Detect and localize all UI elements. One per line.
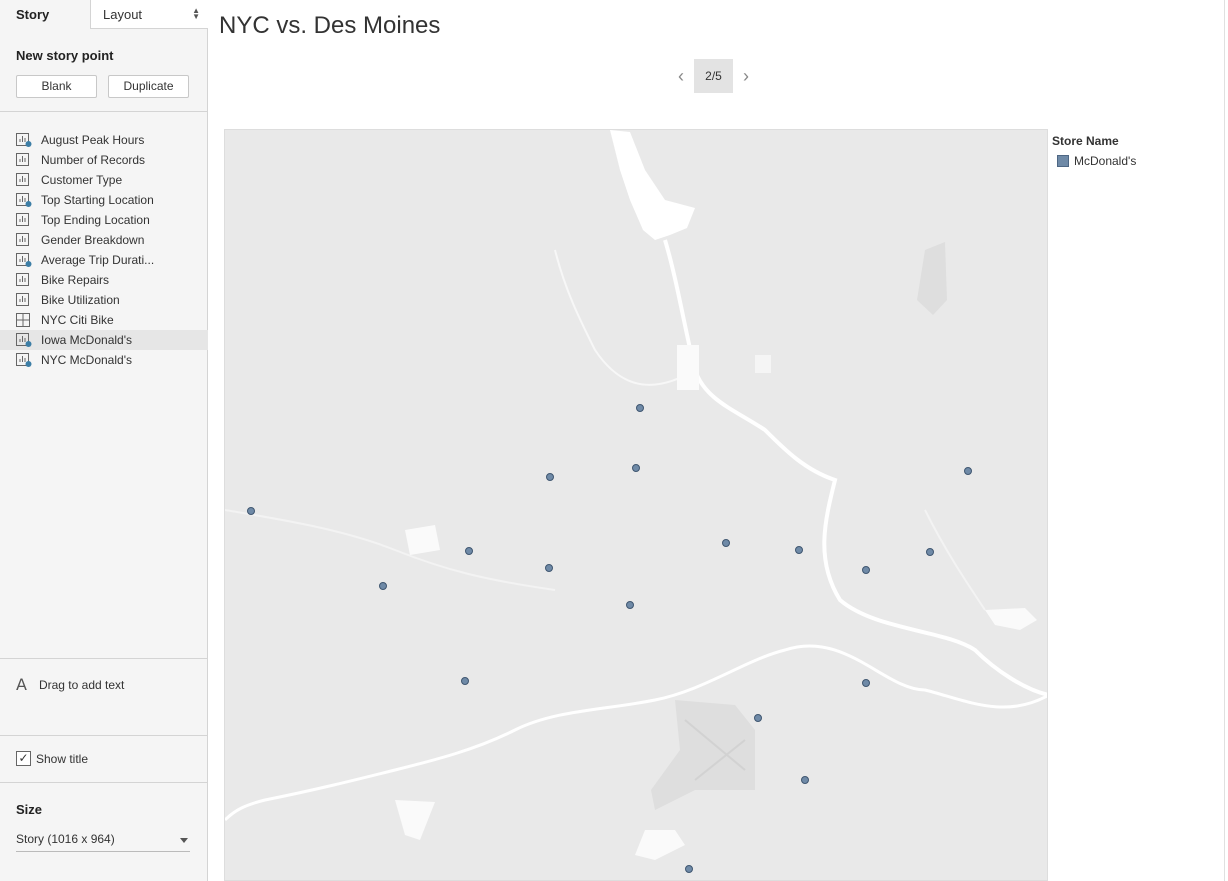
story-canvas: NYC vs. Des Moines ‹ 2/5 › Store Name Mc… [208,0,1228,881]
divider [0,658,208,659]
right-border [1224,0,1225,881]
show-title-label: Show title [36,751,89,766]
bar-chart-icon [16,153,32,167]
sheet-item-label: Bike Repairs [41,273,110,287]
store-marker[interactable] [465,547,473,555]
store-marker[interactable] [545,564,553,572]
next-point-icon[interactable]: › [733,59,759,93]
store-marker[interactable] [685,865,693,873]
sheet-item[interactable]: Top Starting Location [0,190,208,210]
bar-chart-check-icon [16,193,32,207]
sheet-item[interactable]: Number of Records [0,150,208,170]
sheet-item-label: NYC McDonald's [41,353,132,367]
duplicate-button[interactable]: Duplicate [108,75,189,98]
sheet-item[interactable]: Customer Type [0,170,208,190]
size-title: Size [16,802,43,817]
store-marker[interactable] [636,404,644,412]
sheet-list: August Peak Hours Number of Records Custom… [0,130,208,370]
store-marker[interactable] [862,566,870,574]
bar-chart-icon [16,293,32,307]
map-view[interactable] [224,129,1048,881]
new-story-point-title: New story point [16,48,114,63]
tab-layout-label: Layout [103,7,143,22]
prev-point-icon[interactable]: ‹ [668,59,694,93]
sheet-item-label: Top Ending Location [41,213,150,227]
bar-chart-check-icon [16,253,32,267]
store-marker[interactable] [926,548,934,556]
drag-text-item[interactable]: A Drag to add text [16,675,124,694]
sheet-item[interactable]: Average Trip Durati... [0,250,208,270]
legend-item-label: McDonald's [1074,154,1137,168]
sheet-item-label: Top Starting Location [41,193,154,207]
bar-chart-check-icon [16,133,32,147]
legend-item[interactable]: McDonald's [1057,154,1136,168]
bar-chart-icon [16,173,32,187]
sheet-item[interactable]: Top Ending Location [0,210,208,230]
size-dropdown[interactable]: Story (1016 x 964) [16,830,190,852]
sidebar-tabs: Story Layout ▲ ▼ [0,0,208,29]
legend-swatch [1057,155,1069,167]
sheet-item-label: NYC Citi Bike [41,313,114,327]
blank-button[interactable]: Blank [16,75,97,98]
store-marker[interactable] [801,776,809,784]
sheet-item-label: August Peak Hours [41,133,145,147]
caret-down-icon [180,838,188,843]
store-marker[interactable] [461,677,469,685]
sheet-item-label: Average Trip Durati... [41,253,155,267]
bar-chart-icon [16,233,32,247]
sheet-item[interactable]: NYC Citi Bike [0,310,208,330]
dashboard-icon [16,313,32,327]
sheet-item-label: Bike Utilization [41,293,120,307]
sheet-item[interactable]: Gender Breakdown [0,230,208,250]
store-marker[interactable] [247,507,255,515]
story-sidebar: Story Layout ▲ ▼ New story point Blank Du… [0,0,208,881]
store-marker[interactable] [862,679,870,687]
bar-chart-icon [16,213,32,227]
store-marker[interactable] [379,582,387,590]
bar-chart-check-icon [16,333,32,347]
store-marker[interactable] [964,467,972,475]
store-markers [247,404,972,873]
show-title-toggle[interactable]: ✓ Show title [16,751,88,766]
sheet-item-label: Number of Records [41,153,146,167]
sheet-item-label: Gender Breakdown [41,233,145,247]
text-object-icon: A [16,675,27,694]
tab-layout[interactable]: Layout ▲ ▼ [91,0,208,29]
store-marker[interactable] [626,601,634,609]
updown-icon: ▲ ▼ [192,6,200,21]
sheet-item[interactable]: Bike Repairs [0,270,208,290]
sheet-item[interactable]: NYC McDonald's [0,350,208,370]
sheet-item-label: Iowa McDonald's [41,333,132,347]
page-indicator[interactable]: 2/5 [694,59,733,93]
divider [0,735,208,736]
sheet-item[interactable]: Iowa McDonald's [0,330,208,350]
store-marker[interactable] [754,714,762,722]
divider [0,782,208,783]
store-marker[interactable] [632,464,640,472]
sheet-item-label: Customer Type [41,173,123,187]
store-marker[interactable] [795,546,803,554]
drag-text-label: Drag to add text [38,677,125,692]
sheet-item[interactable]: August Peak Hours [0,130,208,150]
size-value: Story (1016 x 964) [16,832,115,846]
legend-title: Store Name [1052,134,1119,148]
bar-chart-icon [16,273,32,287]
tab-story[interactable]: Story [0,0,91,29]
show-title-checkbox[interactable]: ✓ [16,751,31,766]
bar-chart-check-icon [16,353,32,367]
divider [0,111,208,112]
story-navigator: ‹ 2/5 › [668,59,759,93]
legend: Store Name McDonald's [1052,134,1136,168]
sheet-item[interactable]: Bike Utilization [0,290,208,310]
story-title[interactable]: NYC vs. Des Moines [219,12,440,40]
store-marker[interactable] [722,539,730,547]
store-marker[interactable] [546,473,554,481]
